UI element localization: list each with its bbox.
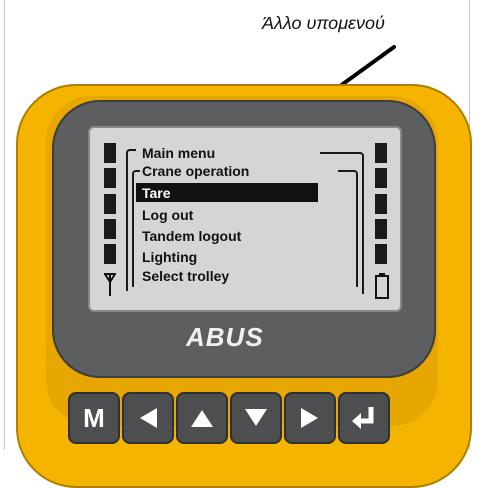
enter-key[interactable] — [338, 392, 390, 444]
arrow-left-icon — [140, 408, 157, 428]
enter-icon — [352, 407, 374, 429]
brand-logo: ABUS — [186, 322, 264, 352]
submenu-title: Crane operation — [142, 163, 250, 179]
up-key[interactable] — [176, 392, 228, 444]
menu-item-tare[interactable]: Tare — [142, 185, 171, 201]
right-key[interactable] — [284, 392, 336, 444]
menu-key[interactable]: M — [68, 392, 120, 444]
arrow-down-icon — [245, 409, 267, 426]
down-key[interactable] — [230, 392, 282, 444]
main-menu-header: Main menu — [142, 145, 216, 161]
antenna-icon — [104, 273, 116, 296]
menu-item-tandem-logout[interactable]: Tandem logout — [142, 228, 241, 244]
menu-item-lighting[interactable]: Lighting — [142, 249, 197, 265]
arrow-right-icon — [301, 408, 318, 428]
battery-icon — [375, 273, 389, 299]
menu-item-select-trolley[interactable]: Select trolley — [142, 268, 229, 284]
submenu-bracket-right — [338, 170, 358, 287]
menu-item-log-out[interactable]: Log out — [142, 207, 193, 223]
arrow-up-icon — [191, 410, 213, 427]
left-key[interactable] — [122, 392, 174, 444]
